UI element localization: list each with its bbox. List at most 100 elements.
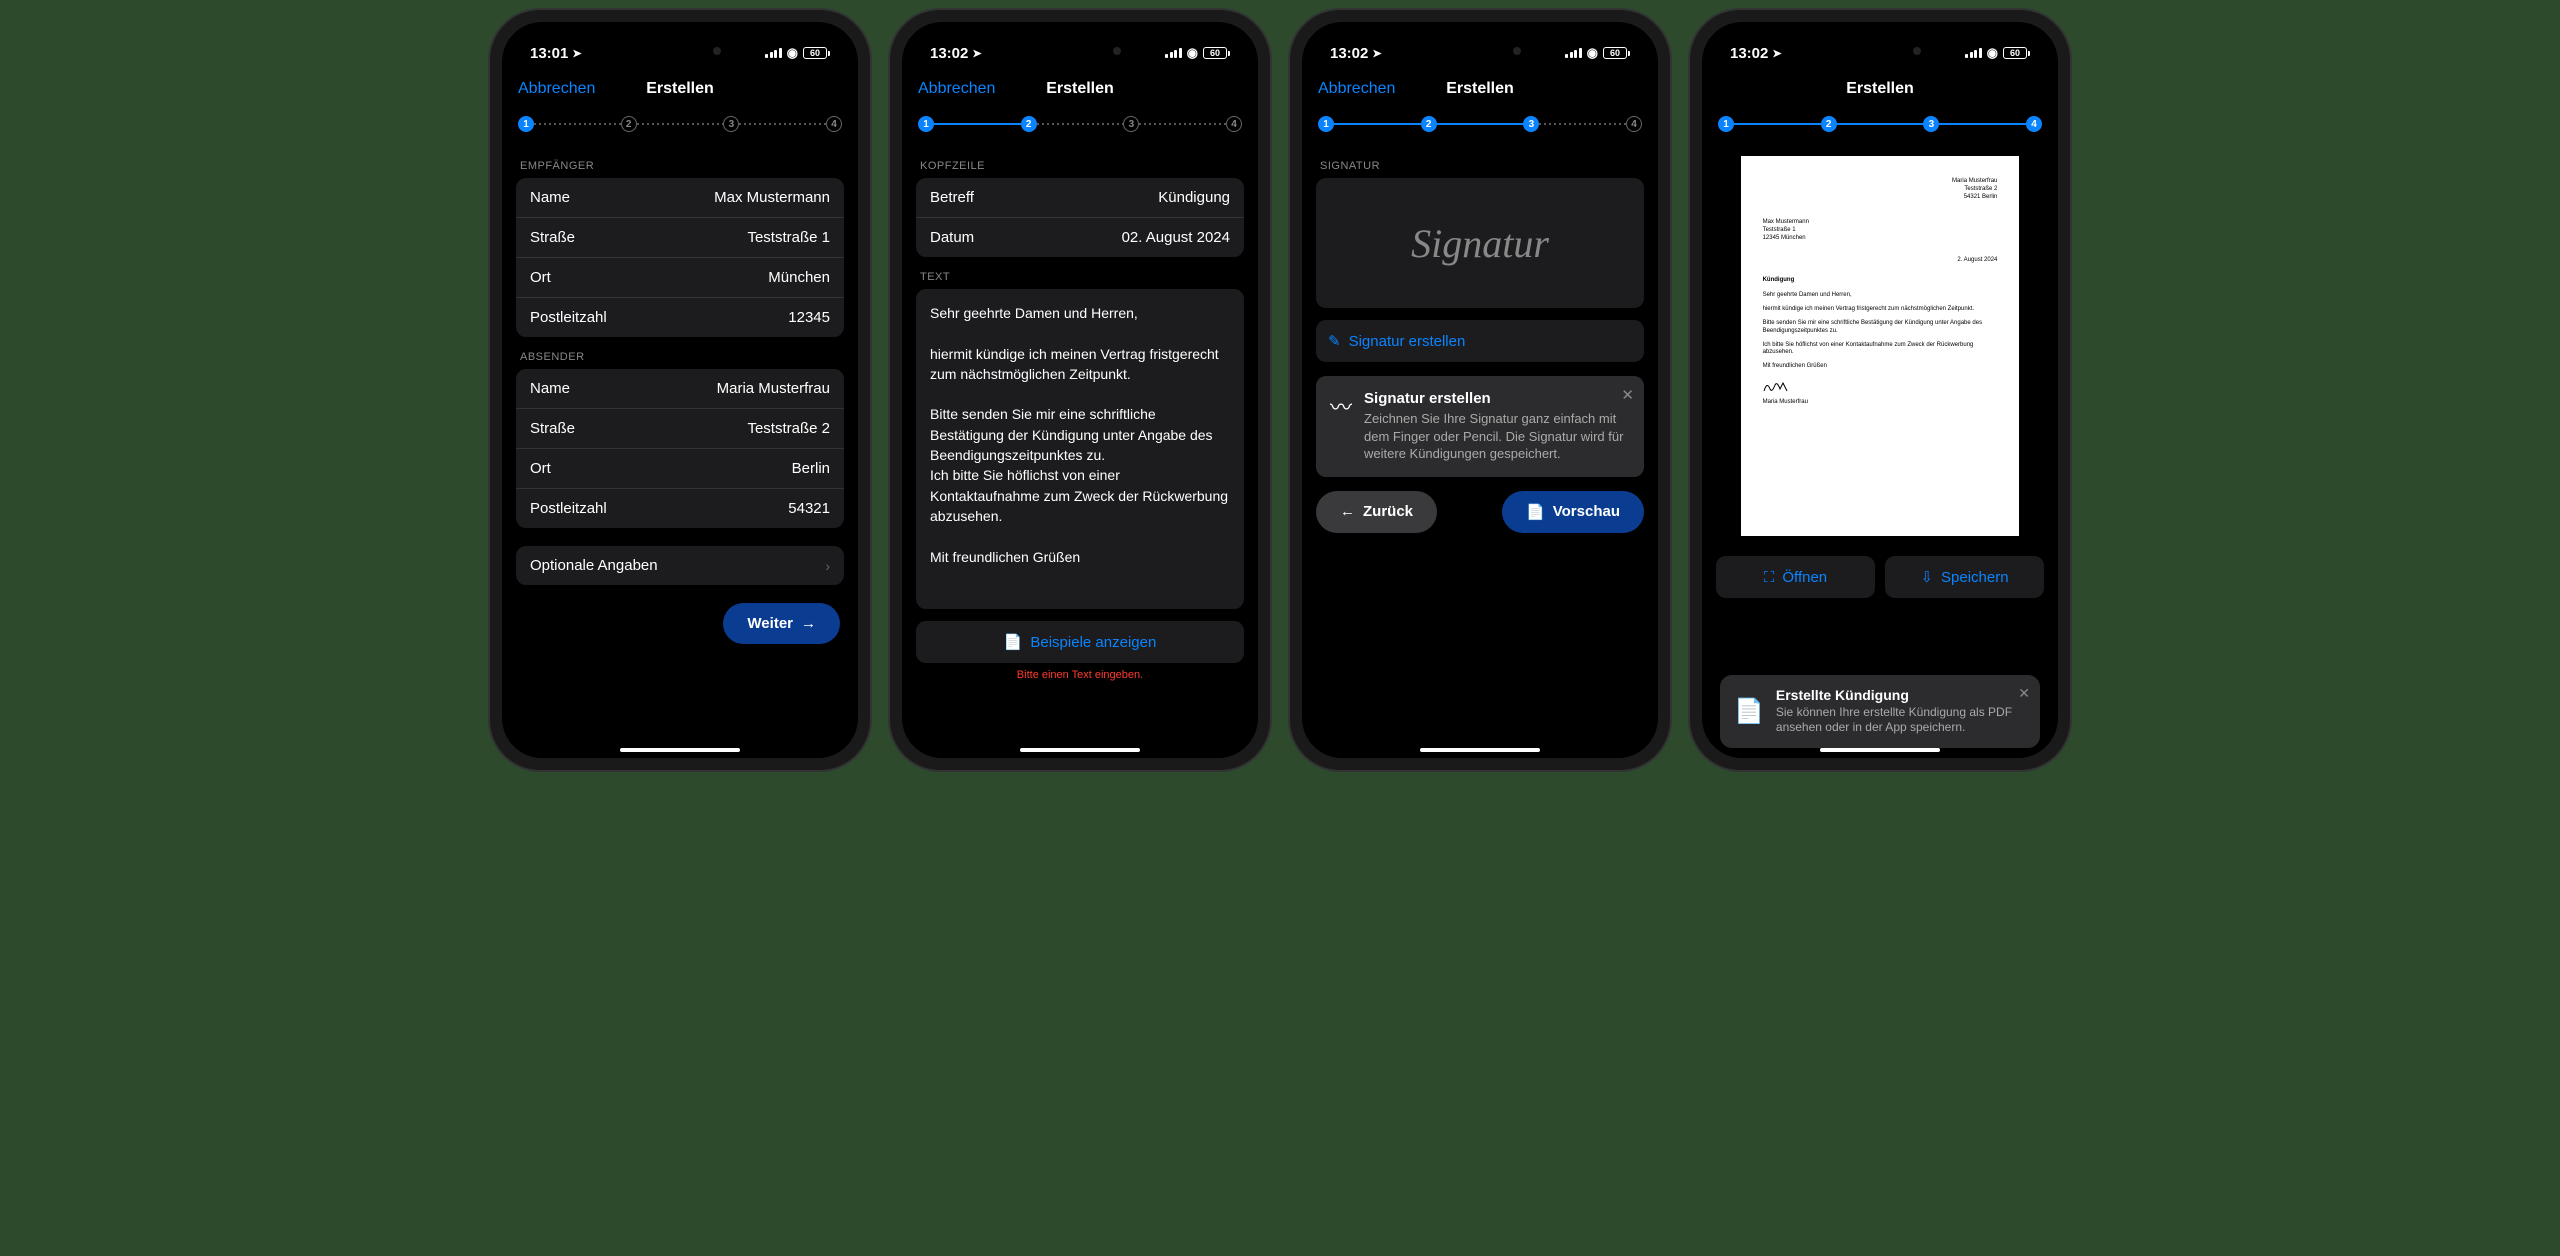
- sender-name-row[interactable]: NameMaria Musterfrau: [516, 369, 844, 409]
- step-indicator: 1 2 3 4: [1702, 108, 2058, 146]
- nav-bar: Abbrechen Erstellen: [502, 70, 858, 108]
- close-icon[interactable]: ✕: [1621, 386, 1634, 404]
- cancel-button[interactable]: Abbrechen: [518, 80, 595, 98]
- home-indicator[interactable]: [1820, 748, 1940, 752]
- location-icon: ➤: [572, 47, 581, 60]
- step-1: 1: [1718, 116, 1734, 132]
- date-row[interactable]: Datum02. August 2024: [916, 218, 1244, 257]
- recipient-street-row[interactable]: StraßeTeststraße 1: [516, 218, 844, 258]
- nav-bar: Abbrechen Erstellen: [1302, 70, 1658, 108]
- battery-icon: 60: [2003, 47, 2030, 59]
- doc-recip-city: 12345 München: [1763, 235, 1998, 243]
- error-text: Bitte einen Text eingeben.: [916, 663, 1244, 681]
- step-3: 3: [1523, 116, 1539, 132]
- page-title: Erstellen: [646, 80, 714, 98]
- tip-card: 〰 Signatur erstellen Zeichnen Sie Ihre S…: [1316, 376, 1644, 477]
- doc-subject: Kündigung: [1763, 277, 1998, 285]
- header-list: BetreffKündigung Datum02. August 2024: [916, 178, 1244, 257]
- doc-recip-street: Teststraße 1: [1763, 227, 1998, 235]
- battery-icon: 60: [803, 47, 830, 59]
- step-1: 1: [918, 116, 934, 132]
- document-preview[interactable]: Maria Musterfrau Teststraße 2 54321 Berl…: [1741, 156, 2020, 536]
- location-icon: ➤: [972, 47, 981, 60]
- status-time: 13:01: [530, 45, 568, 62]
- status-time: 13:02: [930, 45, 968, 62]
- sender-street-row[interactable]: StraßeTeststraße 2: [516, 409, 844, 449]
- preview-button[interactable]: 📄Vorschau: [1502, 491, 1644, 533]
- scribble-icon: 〰: [1330, 390, 1352, 463]
- wifi-icon: ◉: [787, 45, 798, 61]
- sender-header: ABSENDER: [516, 337, 844, 369]
- recipient-list: NameMax Mustermann StraßeTeststraße 1 Or…: [516, 178, 844, 337]
- page-title: Erstellen: [1846, 80, 1914, 98]
- cancel-button[interactable]: Abbrechen: [1318, 80, 1395, 98]
- cancel-button[interactable]: Abbrechen: [918, 80, 995, 98]
- battery-icon: 60: [1603, 47, 1630, 59]
- back-button[interactable]: ←Zurück: [1316, 491, 1437, 533]
- toast-title: Erstellte Kündigung: [1776, 687, 2026, 703]
- dynamic-island: [1025, 36, 1135, 66]
- tip-title: Signatur erstellen: [1364, 390, 1630, 407]
- download-icon: ⇩: [1920, 568, 1933, 586]
- battery-icon: 60: [1203, 47, 1230, 59]
- open-button[interactable]: ⛶Öffnen: [1716, 556, 1875, 598]
- sender-zip-row[interactable]: Postleitzahl54321: [516, 489, 844, 528]
- recipient-name-row[interactable]: NameMax Mustermann: [516, 178, 844, 218]
- nav-bar: Erstellen: [1702, 70, 2058, 108]
- chevron-right-icon: ›: [825, 558, 830, 574]
- step-3: 3: [1123, 116, 1139, 132]
- dynamic-island: [1825, 36, 1935, 66]
- page-title: Erstellen: [1046, 80, 1114, 98]
- status-time: 13:02: [1330, 45, 1368, 62]
- subject-row[interactable]: BetreffKündigung: [916, 178, 1244, 218]
- header-section: KOPFZEILE: [916, 146, 1244, 178]
- status-time: 13:02: [1730, 45, 1768, 62]
- doc-date: 2. August 2024: [1763, 257, 1998, 265]
- examples-button[interactable]: 📄 Beispiele anzeigen: [916, 621, 1244, 663]
- cellular-icon: [1965, 48, 1982, 58]
- next-button[interactable]: Weiter→: [723, 603, 840, 644]
- signature-placeholder: Signatur: [1411, 220, 1549, 267]
- doc-sender-city: 54321 Berlin: [1763, 194, 1998, 202]
- save-button[interactable]: ⇩Speichern: [1885, 556, 2044, 598]
- step-4: 4: [1626, 116, 1642, 132]
- step-1: 1: [1318, 116, 1334, 132]
- step-3: 3: [1923, 116, 1939, 132]
- step-indicator: 1 2 3 4: [502, 108, 858, 146]
- home-indicator[interactable]: [620, 748, 740, 752]
- scribble-icon: ✎: [1328, 332, 1341, 350]
- signature-header: SIGNATUR: [1316, 146, 1644, 178]
- phone-1: 13:01➤ ◉ 60 Abbrechen Erstellen 1 2 3 4 …: [490, 10, 870, 770]
- home-indicator[interactable]: [1020, 748, 1140, 752]
- wifi-icon: ◉: [1587, 45, 1598, 61]
- phone-2: 13:02➤ ◉ 60 Abbrechen Erstellen 1 2 3 4 …: [890, 10, 1270, 770]
- close-icon[interactable]: ✕: [2018, 685, 2030, 702]
- arrow-left-icon: ←: [1340, 503, 1355, 520]
- home-indicator[interactable]: [1420, 748, 1540, 752]
- doc-p4: Ich bitte Sie höflichst von einer Kontak…: [1763, 342, 1998, 358]
- recipient-city-row[interactable]: OrtMünchen: [516, 258, 844, 298]
- step-1: 1: [518, 116, 534, 132]
- sender-city-row[interactable]: OrtBerlin: [516, 449, 844, 489]
- optional-row[interactable]: Optionale Angaben›: [516, 546, 844, 585]
- doc-signature-icon: [1763, 379, 1998, 399]
- step-2: 2: [1821, 116, 1837, 132]
- body-textarea[interactable]: Sehr geehrte Damen und Herren, hiermit k…: [916, 289, 1244, 609]
- recipient-header: EMPFÄNGER: [516, 146, 844, 178]
- dynamic-island: [1425, 36, 1535, 66]
- doc-p5: Mit freundlichen Grüßen: [1763, 363, 1998, 371]
- doc-recip-name: Max Mustermann: [1763, 219, 1998, 227]
- page-title: Erstellen: [1446, 80, 1514, 98]
- recipient-zip-row[interactable]: Postleitzahl12345: [516, 298, 844, 337]
- location-icon: ➤: [1772, 47, 1781, 60]
- doc-p3: Bitte senden Sie mir eine schriftliche B…: [1763, 320, 1998, 336]
- step-2: 2: [621, 116, 637, 132]
- dynamic-island: [625, 36, 735, 66]
- cellular-icon: [1565, 48, 1582, 58]
- document-icon: 📄: [1526, 503, 1545, 521]
- toast-body: Sie können Ihre erstellte Kündigung als …: [1776, 705, 2026, 736]
- create-signature-button[interactable]: ✎ Signatur erstellen: [1316, 320, 1644, 362]
- signature-preview[interactable]: Signatur: [1316, 178, 1644, 308]
- expand-icon: ⛶: [1764, 569, 1775, 586]
- doc-p2: hiermit kündige ich meinen Vertrag frist…: [1763, 306, 1998, 314]
